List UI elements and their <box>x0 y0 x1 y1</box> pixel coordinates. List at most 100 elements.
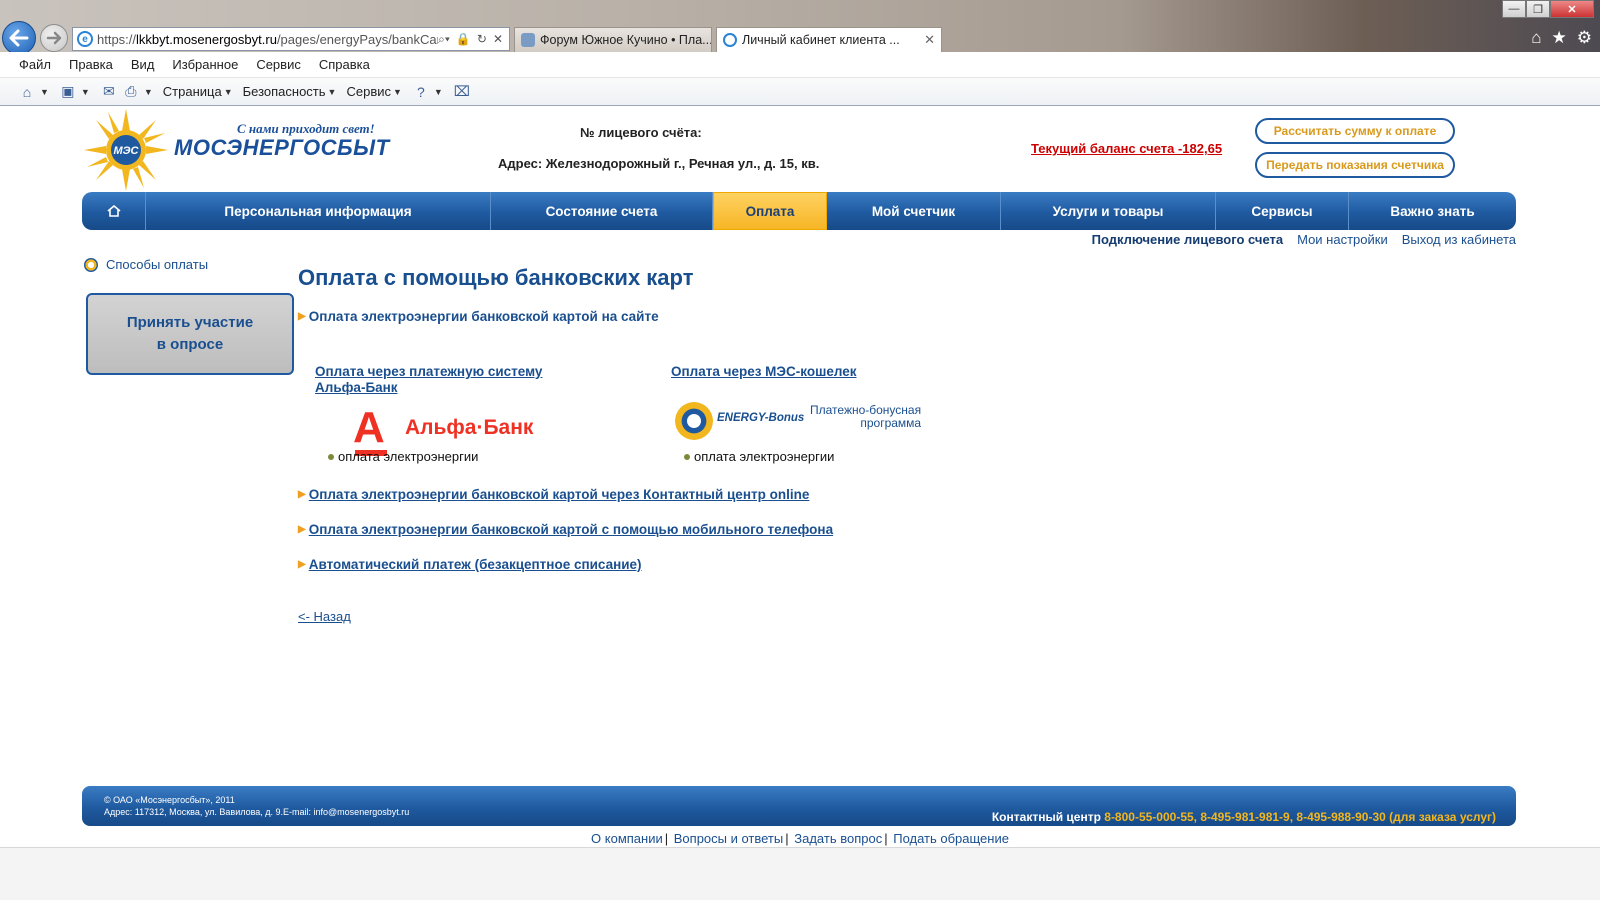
command-security[interactable]: Безопасность <box>243 84 326 99</box>
faq-link[interactable]: Вопросы и ответы <box>674 831 783 846</box>
energy-bonus-logo[interactable]: ENERGY-Bonus Платежно-бонусная программа <box>673 400 933 444</box>
mes-wallet-payment-link[interactable]: Оплата через МЭС-кошелек <box>671 364 951 380</box>
calculate-payment-button[interactable]: Рассчитать сумму к оплате <box>1255 118 1455 144</box>
home-icon[interactable]: ⌂ <box>1531 28 1541 48</box>
chevron-down-icon[interactable]: ▼ <box>434 87 443 97</box>
address-bar[interactable]: e https://lkkbyt.mosenergosbyt.ru/pages/… <box>72 27 510 51</box>
auto-payment-link[interactable]: ▶ Автоматический платеж (безакцептное сп… <box>298 557 642 572</box>
alfa-bank-payment-link[interactable]: Оплата через платежную систему Альфа-Бан… <box>315 364 575 396</box>
url-text: https://lkkbyt.mosenergosbyt.ru/pages/en… <box>97 31 439 47</box>
submit-meter-readings-button[interactable]: Передать показания счетчика <box>1255 152 1455 178</box>
back-link[interactable]: <- Назад <box>298 609 351 624</box>
connect-account-link[interactable]: Подключение лицевого счета <box>1092 232 1283 247</box>
logout-link[interactable]: Выход из кабинета <box>1402 232 1516 247</box>
status-bar <box>0 847 1600 900</box>
separator: | <box>785 831 789 846</box>
mes-electricity-payment-item[interactable]: оплата электроэнергии <box>684 449 834 464</box>
about-company-link[interactable]: О компании <box>591 831 663 846</box>
chevron-down-icon[interactable]: ▼ <box>81 87 90 97</box>
sun-logo-icon: МЭС <box>84 109 168 191</box>
arrow-right-icon <box>46 31 62 45</box>
contact-phones: 8-800-55-000-55, 8-495-981-981-9, 8-495-… <box>1104 810 1496 824</box>
separator: | <box>884 831 888 846</box>
my-settings-link[interactable]: Мои настройки <box>1297 232 1388 247</box>
stop-icon[interactable]: ✕ <box>493 32 503 47</box>
chevron-down-icon[interactable]: ▼ <box>40 87 49 97</box>
tab-close-icon[interactable]: ✕ <box>920 32 935 48</box>
refresh-icon[interactable]: ↻ <box>477 32 487 47</box>
contact-center-payment-link[interactable]: ▶ Оплата электроэнергии банковской карто… <box>298 487 809 502</box>
arrow-left-icon <box>9 29 29 47</box>
nav-personal-info[interactable]: Персональная информация <box>146 192 491 230</box>
nav-services[interactable]: Сервисы <box>1216 192 1349 230</box>
triangle-bullet-icon: ▶ <box>298 311 306 322</box>
chevron-down-icon[interactable]: ▼ <box>224 87 233 97</box>
energy-sub-line-2: программа <box>860 416 922 430</box>
rss-feed-icon[interactable]: ▣ <box>59 83 77 101</box>
sidebar-payment-methods[interactable]: Способы оплаты <box>84 257 208 272</box>
nav-account-status[interactable]: Состояние счета <box>491 192 713 230</box>
forum-favicon-icon <box>521 33 535 47</box>
maximize-icon[interactable]: ❐ <box>1526 0 1550 18</box>
nav-services-goods[interactable]: Услуги и товары <box>1001 192 1216 230</box>
nav-important[interactable]: Важно знать <box>1349 192 1516 230</box>
alfa-letter-icon: A <box>353 403 385 452</box>
link-label: Оплата электроэнергии банковской картой … <box>308 522 834 537</box>
print-icon[interactable]: ⎙ <box>122 83 140 101</box>
triangle-bullet-icon: ▶ <box>298 559 306 570</box>
menu-edit[interactable]: Правка <box>69 57 113 72</box>
lock-icon[interactable]: 🔒 <box>456 32 471 47</box>
command-tools[interactable]: Сервис <box>346 84 391 99</box>
menu-help[interactable]: Справка <box>319 57 370 72</box>
search-icon[interactable]: ⌕▾ <box>438 32 450 47</box>
take-survey-button[interactable]: Принять участие в опросе <box>86 293 294 375</box>
menu-bar: Файл Правка Вид Избранное Сервис Справка <box>0 52 1600 78</box>
help-icon[interactable]: ? <box>412 83 430 101</box>
chevron-down-icon[interactable]: ▼ <box>144 87 153 97</box>
alfa-bank-option: Оплата через платежную систему Альфа-Бан… <box>315 364 575 456</box>
alfa-electricity-payment-item[interactable]: оплата электроэнергии <box>328 449 478 464</box>
menu-file[interactable]: Файл <box>19 57 51 72</box>
current-balance-link[interactable]: Текущий баланс счета -182,65 <box>1031 141 1222 156</box>
survey-label: Принять участие в опросе <box>127 312 253 356</box>
menu-view[interactable]: Вид <box>131 57 155 72</box>
close-window-icon[interactable]: ✕ <box>1550 0 1594 18</box>
mobile-payment-link[interactable]: ▶ Оплата электроэнергии банковской карто… <box>298 522 833 537</box>
nav-payment[interactable]: Оплата <box>713 192 827 230</box>
home-icon[interactable]: ⌂ <box>18 83 36 101</box>
web-page: МЭС С нами приходит свет! МОСЭНЕРГОСБЫТ … <box>0 107 1600 847</box>
customer-address: Адрес: Железнодорожный г., Речная ул., д… <box>498 156 820 171</box>
command-page[interactable]: Страница <box>163 84 222 99</box>
footer-copyright: © ОАО «Мосэнергосбыт», 2011 Адрес: 11731… <box>104 794 409 818</box>
research-icon[interactable]: ⌧ <box>453 83 471 101</box>
section-label: Оплата электроэнергии банковской картой … <box>308 309 659 324</box>
submit-request-link[interactable]: Подать обращение <box>893 831 1009 846</box>
alfa-title-line-1: Оплата через платежную систему <box>315 364 543 379</box>
alfa-logo-text: Альфа·Банк <box>405 416 534 439</box>
nav-my-meter[interactable]: Мой счетчик <box>827 192 1001 230</box>
footer-address: Адрес: 117312, Москва, ул. Вавилова, д. … <box>104 807 410 817</box>
command-bar: ⌂ ▼ ▣ ▼ ✉ ⎙ ▼ Страница ▼ Безопасность ▼ Серви… <box>0 78 1600 106</box>
menu-favorites[interactable]: Избранное <box>172 57 238 72</box>
nav-home[interactable] <box>82 192 146 230</box>
forward-button[interactable] <box>40 24 68 52</box>
svg-text:МЭС: МЭС <box>113 145 139 157</box>
minimize-icon[interactable]: — <box>1502 0 1526 18</box>
sub-item-label: оплата электроэнергии <box>338 449 479 464</box>
section-online-card-payment[interactable]: ▶ Оплата электроэнергии банковской карто… <box>298 309 659 324</box>
company-logo[interactable]: МЭС С нами приходит свет! МОСЭНЕРГОСБЫТ <box>82 109 392 191</box>
tab-forum[interactable]: Форум Южное Кучино • Пла... <box>514 27 712 52</box>
ie-icon: e <box>77 31 93 47</box>
main-nav: Персональная информация Состояние счета … <box>82 192 1516 230</box>
tab-personal-cabinet[interactable]: Личный кабинет клиента ... ✕ <box>716 27 942 52</box>
sun-bullet-icon <box>84 257 98 272</box>
chevron-down-icon[interactable]: ▼ <box>393 87 402 97</box>
gear-icon[interactable]: ⚙ <box>1577 28 1592 48</box>
home-icon <box>106 205 121 217</box>
ask-question-link[interactable]: Задать вопрос <box>794 831 882 846</box>
menu-tools[interactable]: Сервис <box>256 57 301 72</box>
favorites-star-icon[interactable]: ★ <box>1552 28 1567 48</box>
back-button[interactable] <box>2 21 36 55</box>
mail-icon[interactable]: ✉ <box>100 83 118 101</box>
chevron-down-icon[interactable]: ▼ <box>328 87 337 97</box>
